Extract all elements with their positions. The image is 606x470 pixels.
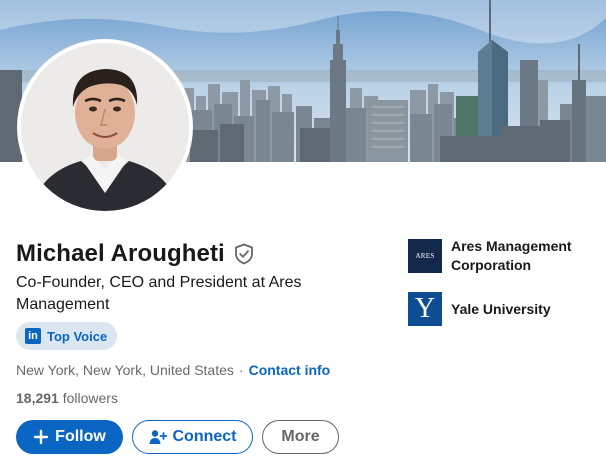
linkedin-icon: in xyxy=(25,328,41,344)
profile-photo-frame[interactable] xyxy=(17,39,193,215)
yale-logo-text: Y xyxy=(414,293,436,324)
more-label: More xyxy=(281,428,320,445)
profile-actions: Follow Connect More xyxy=(16,420,339,454)
separator: · xyxy=(238,362,244,378)
org-item-yale[interactable]: Y Yale University xyxy=(408,292,598,326)
plus-icon xyxy=(33,429,49,445)
connect-label: Connect xyxy=(172,428,237,445)
organizations-list: ARES Ares Management Corporation Y Yale … xyxy=(408,237,598,343)
yale-logo: Y xyxy=(408,292,442,326)
followers-number: 18,291 xyxy=(16,390,59,406)
contact-info-link[interactable]: Contact info xyxy=(249,361,331,379)
location-text: New York, New York, United States xyxy=(16,362,234,378)
avatar[interactable] xyxy=(21,43,189,211)
ares-logo-text: ARES xyxy=(415,252,435,260)
shield-check-icon[interactable] xyxy=(233,243,255,265)
location-row: New York, New York, United States · Cont… xyxy=(16,361,330,379)
org-name: Yale University xyxy=(451,300,551,317)
follow-button[interactable]: Follow xyxy=(16,420,123,454)
profile-headline: Co-Founder, CEO and President at Ares Ma… xyxy=(16,274,302,313)
followers-label: followers xyxy=(62,390,118,406)
name-row: Michael Arougheti xyxy=(16,240,255,268)
person-add-icon xyxy=(149,429,167,445)
badge-label: Top Voice xyxy=(47,328,108,344)
org-name: Ares Management Corporation xyxy=(451,238,572,273)
follow-label: Follow xyxy=(55,428,106,445)
ares-logo: ARES xyxy=(408,239,442,273)
org-item-ares[interactable]: ARES Ares Management Corporation xyxy=(408,237,598,275)
connect-button[interactable]: Connect xyxy=(132,420,253,454)
followers-count[interactable]: 18,291 followers xyxy=(16,389,118,407)
more-button[interactable]: More xyxy=(262,420,339,454)
profile-name: Michael Arougheti xyxy=(16,240,225,267)
top-voice-badge[interactable]: in Top Voice xyxy=(16,322,118,350)
